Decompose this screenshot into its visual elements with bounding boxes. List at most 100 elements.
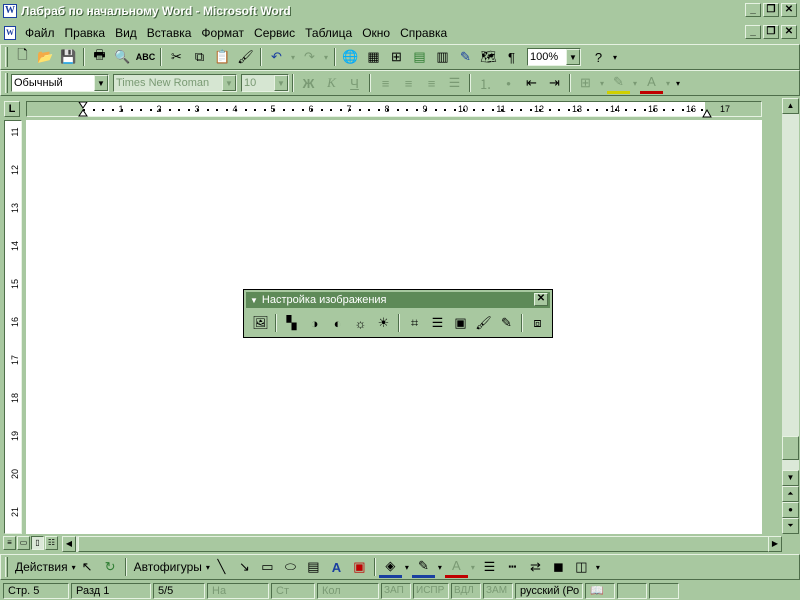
less-contrast-icon[interactable]: ◐ bbox=[326, 312, 349, 334]
scroll-right-icon[interactable]: ▶ bbox=[768, 536, 782, 552]
vertical-ruler[interactable]: 11 12 13 14 15 16 17 18 19 20 21 bbox=[4, 120, 22, 534]
open-folder-icon[interactable]: 📂 bbox=[34, 46, 57, 68]
print-layout-icon[interactable]: ▯ bbox=[31, 536, 44, 550]
font-select[interactable]: Times New Roman ▼ bbox=[113, 74, 237, 92]
previous-page-icon[interactable]: ⏶ bbox=[782, 486, 799, 502]
toolbar-menu-icon[interactable]: ▼ bbox=[250, 296, 258, 305]
toolbar-grip[interactable] bbox=[5, 557, 8, 577]
highlight-icon[interactable]: ✎ bbox=[607, 72, 630, 94]
format-painter-icon[interactable]: 🖌 bbox=[234, 46, 257, 68]
redo-dropdown-icon[interactable]: ▾ bbox=[321, 46, 331, 68]
reset-picture-icon[interactable]: ⧈ bbox=[526, 312, 549, 334]
new-document-icon[interactable]: 🗋 bbox=[11, 46, 34, 68]
status-at[interactable]: На bbox=[207, 582, 269, 599]
menu-tools[interactable]: Сервис bbox=[249, 26, 300, 40]
format-picture-icon[interactable]: 🖌 bbox=[472, 312, 495, 334]
word-app-icon[interactable]: W bbox=[3, 4, 17, 18]
next-page-icon[interactable]: ⏷ bbox=[782, 518, 799, 534]
print-icon[interactable]: 🖶 bbox=[88, 46, 111, 68]
3d-icon[interactable]: ◫ bbox=[570, 556, 593, 578]
image-control-icon[interactable]: ▚ bbox=[280, 312, 303, 334]
draw-font-color-button[interactable]: А bbox=[444, 556, 468, 578]
underline-button[interactable]: Ч bbox=[343, 72, 366, 94]
status-column[interactable]: Кол bbox=[317, 582, 379, 599]
status-extend[interactable]: ВДЛ bbox=[451, 582, 481, 599]
redo-icon[interactable]: ↷ bbox=[298, 46, 321, 68]
more-brightness-icon[interactable]: ☼ bbox=[349, 312, 372, 334]
more-contrast-icon[interactable]: ◑ bbox=[303, 312, 326, 334]
highlight-dropdown-icon[interactable]: ▾ bbox=[630, 72, 640, 94]
menu-format[interactable]: Формат bbox=[196, 26, 249, 40]
actions-menu-button[interactable]: Действия bbox=[11, 560, 72, 574]
line-tool-icon[interactable]: ╲ bbox=[210, 556, 233, 578]
copy-icon[interactable]: ⧉ bbox=[188, 46, 211, 68]
text-box-icon[interactable]: ▤ bbox=[302, 556, 325, 578]
insert-picture-icon[interactable]: 🖼 bbox=[249, 312, 272, 334]
borders-dropdown-icon[interactable]: ▾ bbox=[597, 72, 607, 94]
numbering-icon[interactable]: ⒈ bbox=[474, 72, 497, 94]
picture-toolbar-titlebar[interactable]: ▼ Настройка изображения ✕ bbox=[246, 292, 550, 308]
menu-table[interactable]: Таблица bbox=[300, 26, 357, 40]
undo-dropdown-icon[interactable]: ▾ bbox=[288, 46, 298, 68]
columns-icon[interactable]: ▥ bbox=[431, 46, 454, 68]
arrow-style-icon[interactable]: ⇄ bbox=[524, 556, 547, 578]
text-wrapping-icon[interactable]: ▣ bbox=[449, 312, 472, 334]
horizontal-scrollbar[interactable]: ◀ ▶ bbox=[62, 536, 782, 552]
style-dropdown-icon[interactable]: ▼ bbox=[94, 75, 108, 91]
save-disk-icon[interactable]: 💾 bbox=[57, 46, 80, 68]
status-record-macro[interactable]: ЗАП bbox=[381, 582, 411, 599]
line-style-icon[interactable]: ☰ bbox=[426, 312, 449, 334]
normal-view-icon[interactable]: ≡ bbox=[3, 536, 16, 550]
vertical-scrollbar[interactable]: ▲ ▼ ⏶ ● ⏷ bbox=[782, 98, 799, 534]
right-indent-marker-icon[interactable] bbox=[702, 108, 712, 118]
picture-toolbar-close-button[interactable]: ✕ bbox=[534, 293, 548, 306]
minimize-button[interactable]: _ bbox=[745, 3, 761, 17]
wordart-icon[interactable]: A bbox=[325, 556, 348, 578]
status-page[interactable]: Стр. 5 bbox=[3, 582, 69, 599]
italic-button[interactable]: К bbox=[320, 72, 343, 94]
print-preview-icon[interactable]: 🔍 bbox=[111, 46, 134, 68]
toolbar-options-icon[interactable]: ▾ bbox=[593, 556, 603, 578]
font-color-button[interactable]: А bbox=[640, 72, 663, 94]
toolbar-options-icon[interactable]: ▾ bbox=[610, 46, 620, 68]
clip-art-icon[interactable]: ▣ bbox=[348, 556, 371, 578]
select-browse-object-icon[interactable]: ● bbox=[782, 502, 799, 518]
dash-style-icon[interactable]: ┅ bbox=[501, 556, 524, 578]
paste-icon[interactable]: 📋 bbox=[211, 46, 234, 68]
show-hide-icon[interactable]: ¶ bbox=[500, 46, 523, 68]
align-center-icon[interactable]: ≡ bbox=[397, 72, 420, 94]
doc-minimize-button[interactable]: _ bbox=[745, 25, 761, 39]
drawing-icon[interactable]: ✎ bbox=[454, 46, 477, 68]
document-map-icon[interactable]: 🗺 bbox=[477, 46, 500, 68]
decrease-indent-icon[interactable]: ⇤ bbox=[520, 72, 543, 94]
fill-color-dropdown-icon[interactable]: ▾ bbox=[402, 556, 412, 578]
undo-icon[interactable]: ↶ bbox=[265, 46, 288, 68]
align-right-icon[interactable]: ≡ bbox=[420, 72, 443, 94]
arrow-tool-icon[interactable]: ↘ bbox=[233, 556, 256, 578]
menu-insert[interactable]: Вставка bbox=[142, 26, 197, 40]
spelling-status-icon[interactable]: 📖 bbox=[585, 582, 615, 599]
shadow-icon[interactable]: ◼ bbox=[547, 556, 570, 578]
zoom-select[interactable]: 100% ▼ bbox=[527, 48, 581, 66]
outline-view-icon[interactable]: ☷ bbox=[45, 536, 58, 550]
status-line[interactable]: Ст bbox=[271, 582, 315, 599]
insert-excel-icon[interactable]: ▤ bbox=[408, 46, 431, 68]
menu-file[interactable]: Файл bbox=[20, 26, 60, 40]
line-color-icon[interactable]: ✎ bbox=[411, 556, 435, 578]
rectangle-tool-icon[interactable]: ▭ bbox=[256, 556, 279, 578]
free-rotate-icon[interactable]: ↻ bbox=[99, 556, 122, 578]
menu-edit[interactable]: Правка bbox=[60, 26, 111, 40]
toolbar-grip[interactable] bbox=[5, 73, 8, 93]
web-layout-icon[interactable]: ▭ bbox=[17, 536, 30, 550]
select-objects-icon[interactable]: ↖ bbox=[76, 556, 99, 578]
less-brightness-icon[interactable]: ☀ bbox=[372, 312, 395, 334]
toolbar-grip[interactable] bbox=[5, 47, 8, 67]
font-size-dropdown-icon[interactable]: ▼ bbox=[274, 75, 288, 91]
menu-view[interactable]: Вид bbox=[110, 26, 142, 40]
status-page-count[interactable]: 5/5 bbox=[153, 582, 205, 599]
doc-restore-button[interactable]: ❐ bbox=[763, 25, 779, 39]
line-color-dropdown-icon[interactable]: ▾ bbox=[435, 556, 445, 578]
style-select[interactable]: Обычный ▼ bbox=[11, 74, 109, 92]
toolbar-options-icon[interactable]: ▾ bbox=[673, 72, 683, 94]
restore-button[interactable]: ❐ bbox=[763, 3, 779, 17]
